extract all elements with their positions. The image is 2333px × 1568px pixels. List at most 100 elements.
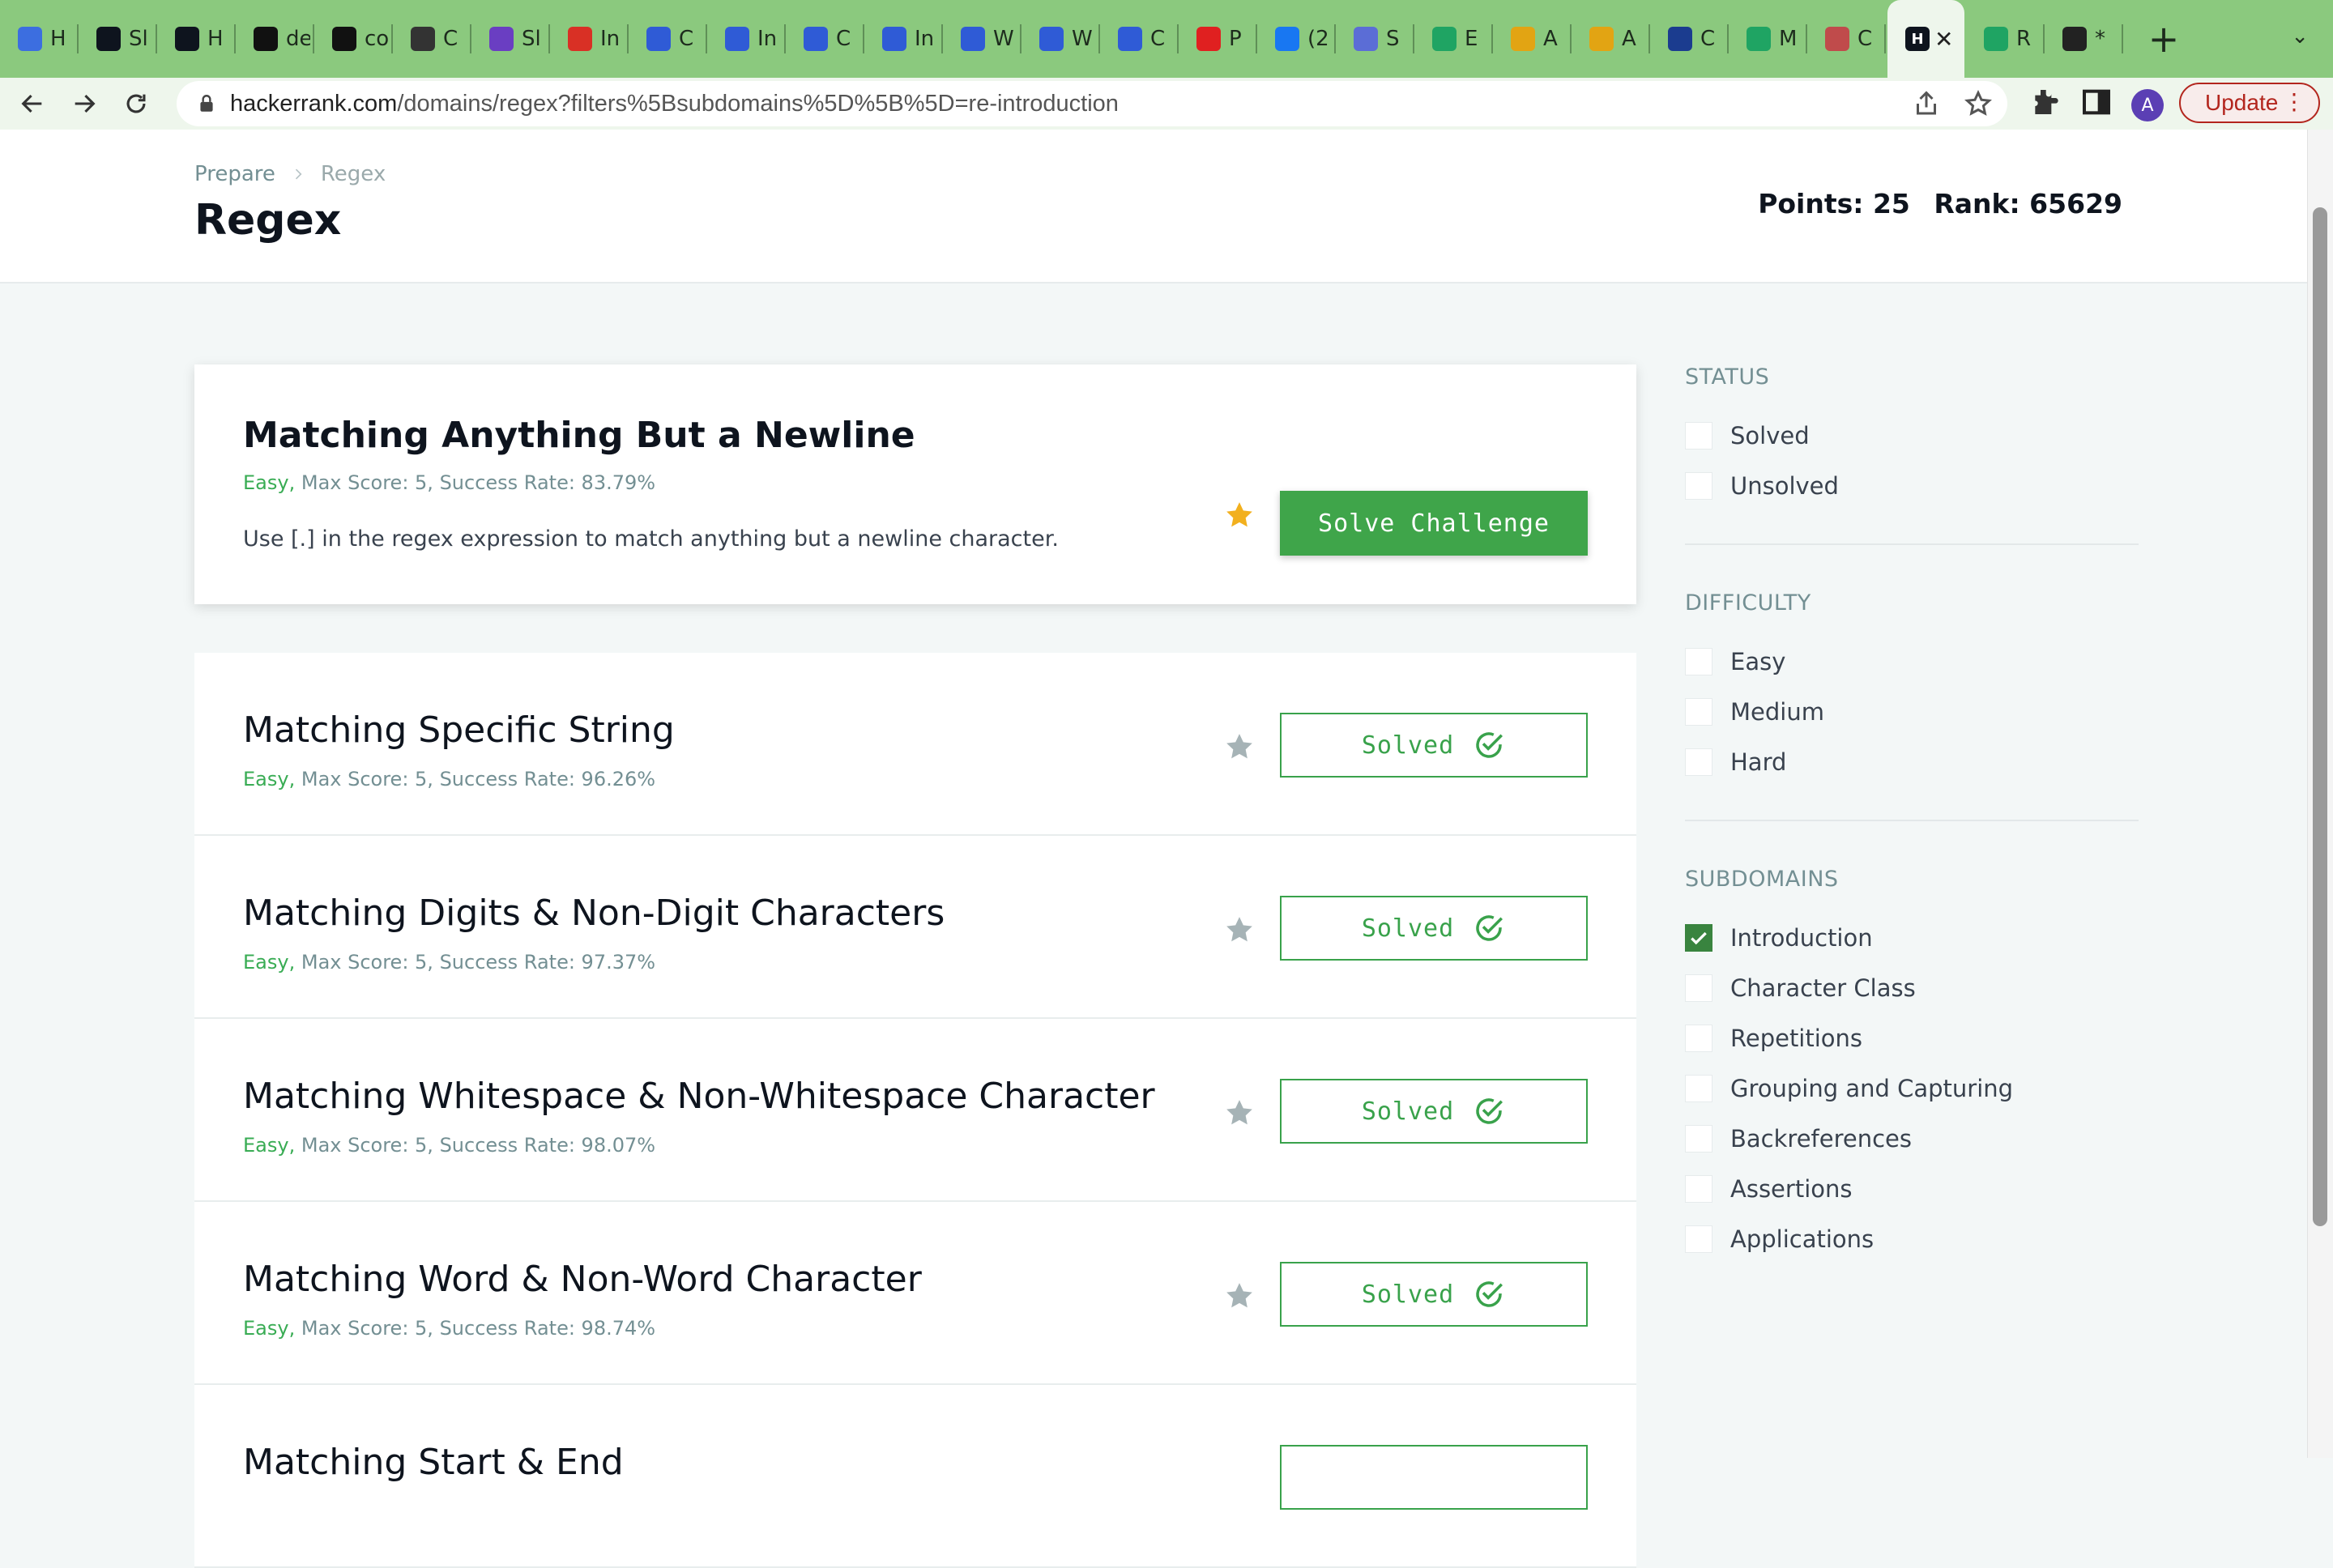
challenge-card[interactable]: Matching Digits & Non-Digit Characters E… xyxy=(194,836,1636,1019)
browser-tab[interactable]: * xyxy=(2045,0,2123,78)
filter-label[interactable]: Hard xyxy=(1730,748,1786,776)
browser-tab[interactable]: C xyxy=(1807,0,1886,78)
reload-button[interactable] xyxy=(113,81,159,126)
browser-tab[interactable]: In xyxy=(707,0,786,78)
checkbox[interactable] xyxy=(1685,422,1712,450)
checkbox[interactable] xyxy=(1685,924,1712,952)
checkbox[interactable] xyxy=(1685,748,1712,776)
checkbox[interactable] xyxy=(1685,1025,1712,1052)
checkbox[interactable] xyxy=(1685,698,1712,726)
browser-tab-active[interactable]: H ✕ xyxy=(1887,0,1964,78)
filter-option[interactable]: Easy xyxy=(1685,637,2139,687)
filter-option[interactable]: Medium xyxy=(1685,687,2139,737)
tab-search-button[interactable]: ⌄ xyxy=(2291,24,2309,49)
browser-tab[interactable]: C xyxy=(786,0,864,78)
browser-tab[interactable]: (2 xyxy=(1257,0,1336,78)
filter-label[interactable]: Applications xyxy=(1730,1225,1874,1253)
checkbox[interactable] xyxy=(1685,648,1712,675)
filter-label[interactable]: Character Class xyxy=(1730,974,1916,1002)
bookmark-star-icon[interactable] xyxy=(1223,731,1256,763)
url-text[interactable]: hackerrank.com/domains/regex?filters%5Bs… xyxy=(230,91,1119,117)
browser-tab[interactable]: M xyxy=(1729,0,1807,78)
challenge-title[interactable]: Matching Whitespace & Non-Whitespace Cha… xyxy=(243,1076,1155,1117)
browser-tab[interactable]: In xyxy=(550,0,629,78)
browser-tab[interactable]: R xyxy=(1966,0,2045,78)
filter-label[interactable]: Backreferences xyxy=(1730,1125,1912,1153)
filter-option[interactable]: Applications xyxy=(1685,1214,2139,1264)
browser-tab[interactable]: C xyxy=(393,0,471,78)
challenge-title[interactable]: Matching Anything But a Newline xyxy=(243,415,915,456)
solved-button[interactable]: Solved xyxy=(1280,1262,1588,1327)
browser-tab[interactable]: A xyxy=(1493,0,1572,78)
browser-tab[interactable]: C xyxy=(629,0,707,78)
checkbox[interactable] xyxy=(1685,472,1712,500)
bookmark-star-icon[interactable] xyxy=(1223,499,1256,531)
bookmark-star-icon[interactable] xyxy=(1223,914,1256,946)
bookmark-star-icon[interactable] xyxy=(1223,1280,1256,1312)
checkbox[interactable] xyxy=(1685,1125,1712,1153)
browser-tab[interactable]: C xyxy=(1100,0,1179,78)
challenge-card[interactable]: Matching Start & End xyxy=(194,1385,1636,1568)
bookmark-star-icon[interactable] xyxy=(1964,89,1993,118)
back-button[interactable] xyxy=(10,81,55,126)
challenge-card[interactable]: Matching Anything But a Newline Easy, Ma… xyxy=(194,364,1636,604)
filter-label[interactable]: Solved xyxy=(1730,422,1810,450)
filter-option[interactable]: Solved xyxy=(1685,411,2139,461)
challenge-title[interactable]: Matching Digits & Non-Digit Characters xyxy=(243,893,945,934)
challenge-title[interactable]: Matching Specific String xyxy=(243,709,675,751)
browser-tab[interactable]: C xyxy=(1650,0,1729,78)
filter-option[interactable]: Grouping and Capturing xyxy=(1685,1063,2139,1114)
close-tab-icon[interactable]: ✕ xyxy=(1934,26,1953,53)
share-icon[interactable] xyxy=(1912,89,1941,118)
filter-label[interactable]: Unsolved xyxy=(1730,472,1839,500)
filter-option[interactable]: Introduction xyxy=(1685,913,2139,963)
filter-label[interactable]: Grouping and Capturing xyxy=(1730,1075,2013,1102)
browser-tab[interactable]: In xyxy=(864,0,943,78)
browser-tab[interactable]: H xyxy=(0,0,79,78)
forward-button[interactable] xyxy=(62,81,107,126)
checkbox[interactable] xyxy=(1685,1175,1712,1203)
challenge-card[interactable]: Matching Specific String Easy, Max Score… xyxy=(194,653,1636,836)
filter-label[interactable]: Repetitions xyxy=(1730,1025,1862,1052)
browser-tab[interactable]: H xyxy=(157,0,236,78)
solved-button[interactable]: Solved xyxy=(1280,1079,1588,1144)
filter-option[interactable]: Assertions xyxy=(1685,1164,2139,1214)
browser-tab[interactable]: P xyxy=(1179,0,1257,78)
breadcrumb-prepare[interactable]: Prepare xyxy=(194,162,275,186)
challenge-title[interactable]: Matching Start & End xyxy=(243,1442,624,1483)
filter-option[interactable]: Hard xyxy=(1685,737,2139,787)
browser-tab[interactable]: A xyxy=(1572,0,1650,78)
solved-button[interactable]: Solved xyxy=(1280,896,1588,961)
address-bar[interactable]: hackerrank.com/domains/regex?filters%5Bs… xyxy=(177,81,2007,126)
browser-tab[interactable]: W xyxy=(1021,0,1100,78)
browser-tab[interactable]: de xyxy=(236,0,314,78)
filter-option[interactable]: Backreferences xyxy=(1685,1114,2139,1164)
filter-label[interactable]: Assertions xyxy=(1730,1175,1852,1203)
browser-tab[interactable]: S xyxy=(1336,0,1414,78)
browser-tab[interactable]: co xyxy=(314,0,393,78)
filter-option[interactable]: Unsolved xyxy=(1685,461,2139,511)
extensions-puzzle-icon[interactable] xyxy=(2028,86,2061,118)
filter-option[interactable]: Character Class xyxy=(1685,963,2139,1013)
challenge-title[interactable]: Matching Word & Non-Word Character xyxy=(243,1259,922,1300)
checkbox[interactable] xyxy=(1685,1225,1712,1253)
browser-tab[interactable]: Sl xyxy=(79,0,157,78)
profile-avatar[interactable]: A xyxy=(2131,89,2164,121)
browser-tab[interactable]: W xyxy=(943,0,1021,78)
filter-label[interactable]: Introduction xyxy=(1730,924,1873,952)
checkbox[interactable] xyxy=(1685,1075,1712,1102)
challenge-card[interactable]: Matching Word & Non-Word Character Easy,… xyxy=(194,1202,1636,1385)
solve-challenge-button[interactable]: Solve Challenge xyxy=(1280,491,1588,556)
browser-tab[interactable]: E xyxy=(1414,0,1493,78)
bookmark-star-icon[interactable] xyxy=(1223,1097,1256,1129)
filter-label[interactable]: Medium xyxy=(1730,698,1824,726)
scrollbar-thumb[interactable] xyxy=(2313,207,2327,1226)
filter-option[interactable]: Repetitions xyxy=(1685,1013,2139,1063)
update-button[interactable]: Update ⋮ xyxy=(2179,83,2320,123)
new-tab-button[interactable]: + xyxy=(2139,15,2188,63)
checkbox[interactable] xyxy=(1685,974,1712,1002)
filter-label[interactable]: Easy xyxy=(1730,648,1785,675)
side-panel-icon[interactable] xyxy=(2080,86,2113,118)
browser-tab[interactable]: Sl xyxy=(471,0,550,78)
solved-button[interactable]: Solved xyxy=(1280,713,1588,778)
